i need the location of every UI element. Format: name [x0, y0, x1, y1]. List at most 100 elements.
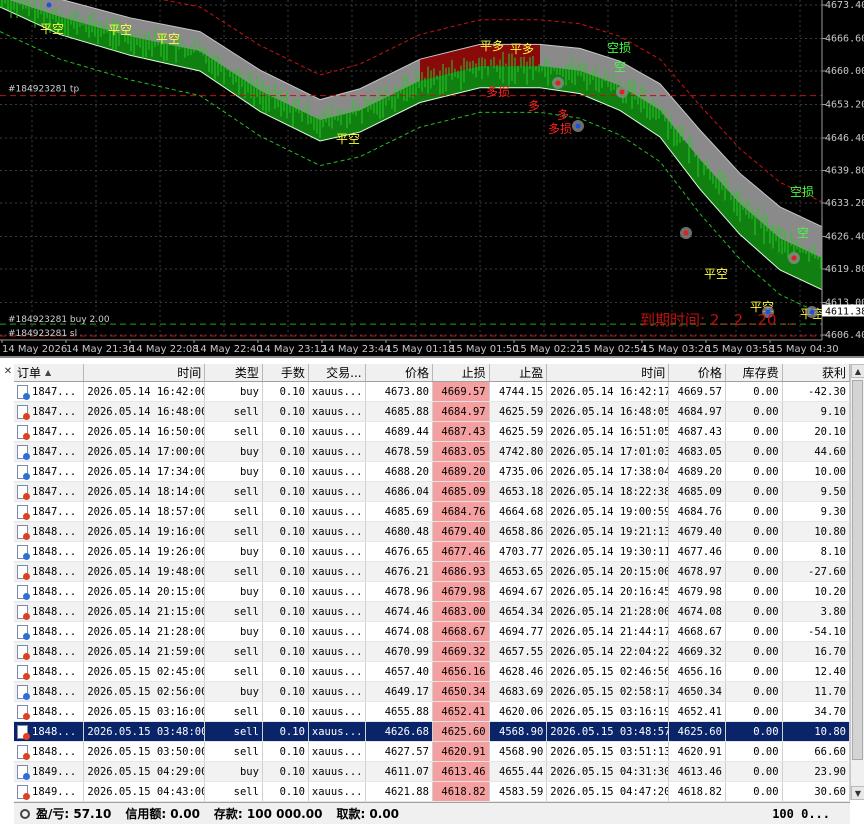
order-id: 1847... — [32, 465, 77, 478]
cell-open-price: 4676.65 — [366, 542, 433, 561]
cell-take-profit: 4694.77 — [490, 622, 548, 641]
table-row[interactable]: 1848... 2026.05.14 21:28:00 buy 0.10 xauus..… — [14, 622, 850, 642]
table-row[interactable]: 1847... 2026.05.14 16:48:00 sell 0.10 xauus.… — [14, 402, 850, 422]
cell-open-time: 2026.05.14 18:14:00 — [84, 482, 206, 501]
column-header-stop-loss[interactable]: 止损 — [433, 364, 490, 381]
cell-order: 1848... — [14, 702, 85, 721]
cell-volume: 0.10 — [263, 702, 309, 721]
cell-stop-loss: 4685.09 — [432, 482, 490, 501]
buy-order-icon — [17, 584, 30, 600]
table-row[interactable]: 1848... 2026.05.14 20:15:00 buy 0.10 xauus..… — [14, 582, 850, 602]
cell-open-price: 4674.08 — [366, 622, 433, 641]
cell-order: 1848... — [14, 642, 85, 661]
cell-close-time: 2026.05.15 04:47:20 — [547, 782, 670, 801]
sell-order-icon — [17, 724, 30, 740]
buy-order-icon — [17, 384, 30, 400]
table-row[interactable]: 1849... 2026.05.15 04:29:00 buy 0.10 xauus..… — [14, 762, 850, 782]
cell-symbol: xauus... — [309, 522, 366, 541]
cell-order: 1848... — [14, 622, 85, 641]
time-tick-label: 15 May 01:18 — [386, 344, 455, 355]
table-row[interactable]: 1848... 2026.05.15 02:45:00 sell 0.10 xauus.… — [14, 662, 850, 682]
cell-take-profit: 4625.59 — [490, 402, 548, 421]
buy-order-icon — [17, 624, 30, 640]
signal-label: 空损 — [607, 41, 631, 55]
table-row[interactable]: 1849... 2026.05.15 04:43:00 sell 0.10 xauus.… — [14, 782, 850, 802]
cell-open-time: 2026.05.14 19:16:00 — [84, 522, 206, 541]
sell-order-icon — [17, 484, 30, 500]
close-icon[interactable]: ✕ — [2, 366, 14, 378]
cell-stop-loss: 4669.57 — [432, 382, 490, 401]
cell-close-price: 4656.16 — [669, 662, 726, 681]
order-id: 1848... — [32, 685, 77, 698]
withdraw-summary: 取款: 0.00 — [336, 807, 400, 821]
cell-open-price: 4685.88 — [366, 402, 433, 421]
trade-arrow-icon — [809, 309, 815, 315]
cell-type: sell — [205, 562, 263, 581]
table-row[interactable]: 1848... 2026.05.15 03:16:00 sell 0.10 xauus.… — [14, 702, 850, 722]
cell-stop-loss: 4620.91 — [432, 742, 490, 761]
table-row[interactable]: 1848... 2026.05.15 03:50:00 sell 0.10 xauus.… — [14, 742, 850, 762]
table-row[interactable]: 1848... 2026.05.14 19:16:00 sell 0.10 xauus.… — [14, 522, 850, 542]
cell-symbol: xauus... — [309, 582, 366, 601]
cell-order: 1848... — [14, 602, 85, 621]
column-header-order[interactable]: 订单 ▲ — [14, 364, 85, 381]
column-header-take-profit[interactable]: 止盈 — [490, 364, 548, 381]
cell-symbol: xauus... — [309, 762, 366, 781]
table-row[interactable]: 1847... 2026.05.14 18:14:00 sell 0.10 xauus.… — [14, 482, 850, 502]
signal-label: 空 — [797, 226, 809, 240]
table-row[interactable]: 1848... 2026.05.15 02:56:00 buy 0.10 xauus..… — [14, 682, 850, 702]
cell-symbol: xauus... — [309, 702, 366, 721]
column-header-volume[interactable]: 手数 — [263, 364, 309, 381]
cell-type: buy — [205, 622, 263, 641]
table-row[interactable]: 1847... 2026.05.14 17:34:00 buy 0.10 xauus..… — [14, 462, 850, 482]
cell-type: sell — [205, 662, 263, 681]
chart-canvas[interactable]: #184923281 tp #184923281 buy 2.00 #1849232… — [0, 0, 864, 356]
cell-close-time: 2026.05.14 21:44:17 — [547, 622, 670, 641]
cell-open-time: 2026.05.14 16:42:00 — [84, 382, 206, 401]
table-row[interactable]: 1847... 2026.05.14 16:42:00 buy 0.10 xauus..… — [14, 382, 850, 402]
scroll-down-icon[interactable]: ▼ — [851, 786, 864, 800]
cell-order: 1847... — [14, 382, 85, 401]
table-row[interactable]: 1848... 2026.05.15 03:48:00 sell 0.10 xauus.… — [14, 722, 850, 742]
cell-volume: 0.10 — [263, 502, 309, 521]
sell-order-icon — [17, 604, 30, 620]
price-chart[interactable]: #184923281 tp #184923281 buy 2.00 #1849232… — [0, 0, 864, 356]
column-header-close-time[interactable]: 时间 — [547, 364, 670, 381]
column-header-open-time[interactable]: 时间 — [84, 364, 206, 381]
sort-ascending-icon: ▲ — [45, 367, 52, 377]
cell-open-price: 4626.68 — [366, 722, 433, 741]
cell-take-profit: 4653.18 — [490, 482, 548, 501]
cell-order: 1847... — [14, 422, 85, 441]
scroll-thumb[interactable] — [852, 380, 863, 760]
table-row[interactable]: 1848... 2026.05.14 21:15:00 sell 0.10 xauus.… — [14, 602, 850, 622]
signal-label: 多 — [557, 108, 569, 122]
column-header-type[interactable]: 类型 — [205, 364, 263, 381]
table-row[interactable]: 1847... 2026.05.14 18:57:00 sell 0.10 xauus.… — [14, 502, 850, 522]
price-tick-label: 4633.20 — [825, 198, 864, 209]
price-tick-label: 4653.20 — [825, 99, 864, 110]
order-id: 1847... — [32, 385, 77, 398]
cell-type: buy — [205, 462, 263, 481]
table-row[interactable]: 1848... 2026.05.14 21:59:00 sell 0.10 xauus.… — [14, 642, 850, 662]
column-header-open-price[interactable]: 价格 — [366, 364, 433, 381]
scroll-up-icon[interactable]: ▲ — [851, 364, 864, 378]
cell-open-time: 2026.05.14 17:34:00 — [84, 462, 206, 481]
vertical-scrollbar[interactable]: ▲ ▼ — [850, 364, 864, 800]
time-tick-label: 15 May 03:26 — [642, 344, 711, 355]
column-header-swap[interactable]: 库存费 — [726, 364, 783, 381]
cell-close-price: 4613.46 — [669, 762, 726, 781]
table-row[interactable]: 1848... 2026.05.14 19:26:00 buy 0.10 xauus..… — [14, 542, 850, 562]
column-header-symbol[interactable]: 交易... — [309, 364, 366, 381]
time-tick-label: 14 May 22:40 — [194, 344, 263, 355]
column-header-profit[interactable]: 获利 — [783, 364, 850, 381]
cell-open-price: 4655.88 — [366, 702, 433, 721]
table-row[interactable]: 1847... 2026.05.14 17:00:00 buy 0.10 xauus..… — [14, 442, 850, 462]
cell-stop-loss: 4679.98 — [432, 582, 490, 601]
table-row[interactable]: 1848... 2026.05.14 19:48:00 sell 0.10 xauus.… — [14, 562, 850, 582]
table-row[interactable]: 1847... 2026.05.14 16:50:00 sell 0.10 xauus.… — [14, 422, 850, 442]
cell-close-time: 2026.05.14 16:51:05 — [547, 422, 670, 441]
column-header-close-price[interactable]: 价格 — [669, 364, 726, 381]
cell-symbol: xauus... — [309, 722, 366, 741]
cell-close-time: 2026.05.14 19:30:11 — [547, 542, 670, 561]
cell-close-price: 4689.20 — [669, 462, 726, 481]
